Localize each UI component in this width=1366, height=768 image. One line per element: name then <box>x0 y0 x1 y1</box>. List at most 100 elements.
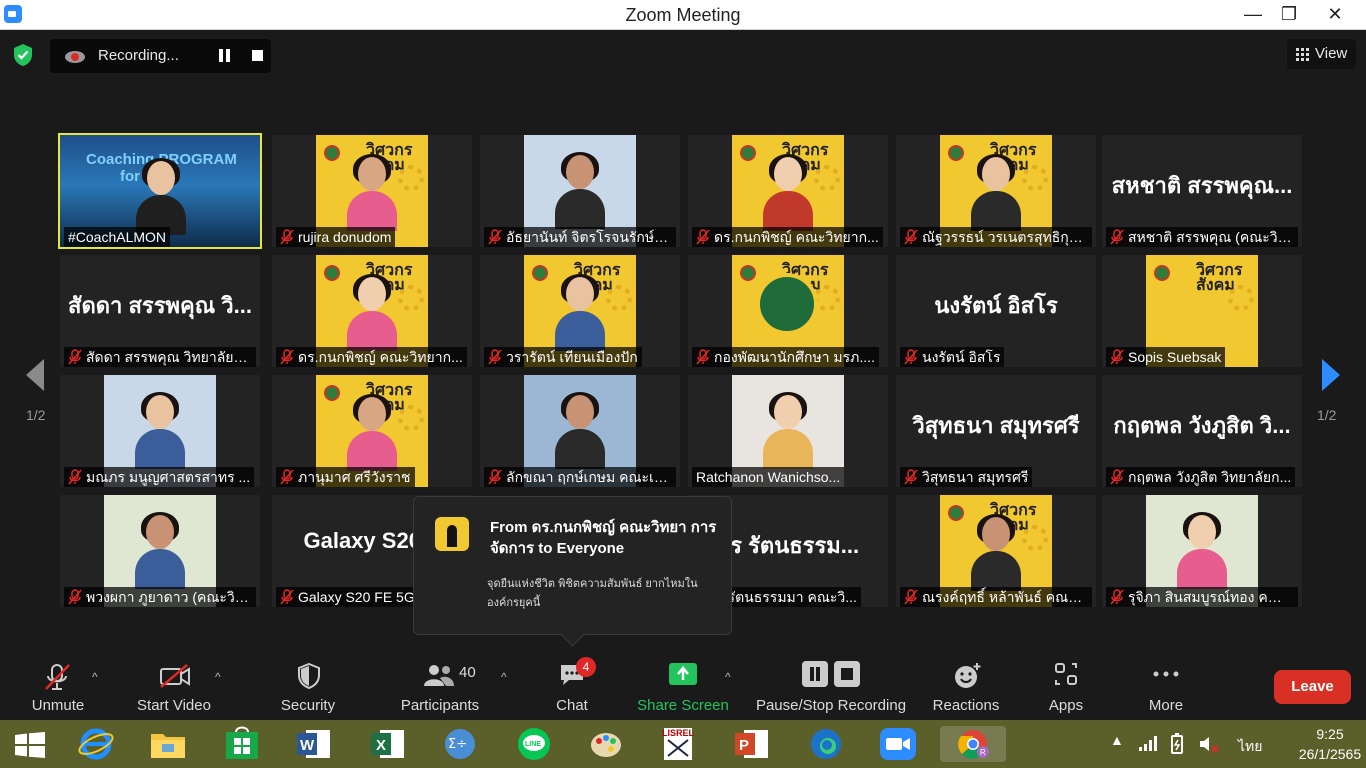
chat-unread-badge: 4 <box>576 657 596 677</box>
participant-tile[interactable]: วิศวกรสังคมดร.กนกพิชญ์ คณะวิทยาก... <box>272 255 472 367</box>
battery-plug-icon[interactable] <box>1168 733 1186 755</box>
participant-name-display: สัดดา สรรพคุณ วิ... <box>68 293 252 318</box>
maximize-button[interactable]: ❐ <box>1266 0 1312 30</box>
participant-name: วิสุทธนา สมุทรศรี <box>922 469 1029 485</box>
reactions-button[interactable]: Reactions <box>930 652 1002 720</box>
participant-tile[interactable]: วิศวกร สังคม Sopis Suebsak <box>1102 255 1302 367</box>
zoom-taskbar-icon[interactable] <box>876 726 920 762</box>
participant-tile[interactable]: นงรัตน์ อิสโร นงรัตน์ อิสโร <box>896 255 1096 367</box>
participants-options-caret-icon[interactable]: ^ <box>501 670 511 684</box>
chrome-taskbar-icon[interactable]: R <box>940 726 1006 762</box>
excel-icon[interactable]: X <box>368 726 408 762</box>
windows-start-icon[interactable] <box>14 732 46 758</box>
participant-tile[interactable]: รุจิภา สินสมบูรณ์ทอง คณะ... <box>1102 495 1302 607</box>
participant-tile[interactable]: Ratchanon Wanichso... <box>688 375 888 487</box>
more-button[interactable]: More <box>1140 652 1192 720</box>
participant-tile[interactable]: วิศวกรสังคมดร.กนกพิชญ์ คณะวิทยาก... <box>688 135 888 247</box>
start-video-button[interactable]: Start Video <box>132 652 216 720</box>
muted-mic-icon <box>1110 229 1124 245</box>
clock-date[interactable]: 26/1/2565 <box>1288 746 1366 762</box>
muted-mic-icon <box>1110 349 1124 365</box>
line-app-icon[interactable]: LINE <box>514 726 554 762</box>
recording-label: Recording... <box>98 47 179 64</box>
math-app-icon[interactable]: Σ÷ <box>440 726 480 762</box>
participant-tile[interactable]: สหชาติ สรรพคุณ... สหชาติ สรรพคุณ (คณะวิท.… <box>1102 135 1302 247</box>
muted-mic-icon <box>904 229 918 245</box>
gear-icon <box>1022 165 1048 191</box>
chat-label: Chat <box>556 697 588 714</box>
video-options-caret-icon[interactable]: ^ <box>215 670 225 684</box>
student-affairs-logo-icon <box>756 273 818 335</box>
show-hidden-icons-icon[interactable]: ▲ <box>1110 732 1124 748</box>
participant-name-label: ดร.กนกพิชญ์ คณะวิทยาก... <box>692 227 883 247</box>
share-options-caret-icon[interactable]: ^ <box>725 670 735 684</box>
participant-name: กองพัฒนานักศึกษา มรภ.... <box>714 349 875 365</box>
share-screen-label: Share Screen <box>637 697 729 714</box>
participant-name-label: วรารัตน์ เทียนเมืองปัก <box>484 347 642 367</box>
chat-sender-line: From ดร.กนกพิชญ์ คณะวิทยา การจัดการ to E… <box>490 519 717 557</box>
pause-stop-icon <box>802 661 860 687</box>
microphone-muted-icon <box>45 664 70 690</box>
apps-button[interactable]: Apps <box>1040 652 1092 720</box>
lisrel-icon[interactable]: LISREL <box>658 726 698 762</box>
unmute-label: Unmute <box>31 697 85 714</box>
university-logo-icon <box>740 145 756 161</box>
participant-tile[interactable]: ลักขณา ฤกษ์เกษม คณะเท... <box>480 375 680 487</box>
university-logo-icon <box>740 265 756 281</box>
participant-name: Sopis Suebsak <box>1128 349 1222 365</box>
participant-tile[interactable]: Coaching PROGRAMfor L er#CoachALMON <box>58 133 262 249</box>
paint-icon[interactable] <box>586 726 626 762</box>
internet-explorer-icon[interactable] <box>76 726 116 762</box>
chat-button[interactable]: 4 Chat <box>550 652 596 720</box>
participant-name-label: กองพัฒนานักศึกษา มรภ.... <box>692 347 879 367</box>
participant-tile[interactable]: กฤตพล วังภูสิต วิ... กฤตพล วังภูสิต วิทยา… <box>1102 375 1302 487</box>
clock-time[interactable]: 9:25 <box>1300 726 1360 742</box>
participant-tile[interactable]: วิศวกรสังคมณรงค์ฤทธิ์ หล้าพันธ์ คณะว... <box>896 495 1096 607</box>
muted-mic-icon <box>280 349 294 365</box>
participants-button[interactable]: 40 Participants <box>396 652 484 720</box>
unmute-button[interactable]: Unmute <box>22 652 94 720</box>
participant-name: อัธยานันท์ จิตรโรจนรักษ์ ค... <box>506 229 676 245</box>
participant-tile[interactable]: วิศวกรสังคมกองพัฒนานักศึกษา มรภ.... <box>688 255 888 367</box>
participant-tile[interactable]: สัดดา สรรพคุณ วิ... สัดดา สรรพคุณ วิทยาลั… <box>60 255 260 367</box>
word-icon[interactable]: W <box>294 726 334 762</box>
muted-mic-icon <box>68 349 82 365</box>
pause-recording-button[interactable] <box>218 49 232 63</box>
participant-name-label: #CoachALMON <box>64 227 171 247</box>
previous-page-arrow-icon[interactable] <box>22 355 48 395</box>
security-shield-icon <box>298 662 320 690</box>
participant-tile[interactable]: วิศวกรสังคมวรารัตน์ เทียนเมืองปัก <box>480 255 680 367</box>
chat-notification-popup[interactable]: From ดร.กนกพิชญ์ คณะวิทยา การจัดการ to E… <box>413 496 732 635</box>
close-button[interactable]: ✕ <box>1312 0 1358 30</box>
encryption-shield-icon[interactable] <box>12 43 34 67</box>
participant-tile[interactable]: อัธยานันท์ จิตรโรจนรักษ์ ค... <box>480 135 680 247</box>
participant-tile[interactable]: พวงผกา ภูยาดาว (คณะวิท... <box>60 495 260 607</box>
file-explorer-icon[interactable] <box>148 726 188 762</box>
stop-recording-button[interactable] <box>252 50 263 61</box>
participant-name: ดร.กนกพิชญ์ คณะวิทยาก... <box>298 349 463 365</box>
participant-name-label: กฤตพล วังภูสิต วิทยาลัยก... <box>1106 467 1296 487</box>
participant-tile[interactable]: วิศวกรสังคมrujira donudom <box>272 135 472 247</box>
next-page-arrow-icon[interactable] <box>1318 355 1344 395</box>
participant-tile[interactable]: มณภร มนูญศาสตรสาทร ... <box>60 375 260 487</box>
participant-name: ดร.กนกพิชญ์ คณะวิทยาก... <box>714 229 879 245</box>
volume-muted-icon[interactable] <box>1198 734 1220 754</box>
microsoft-store-icon[interactable] <box>222 726 262 762</box>
share-screen-button[interactable]: Share Screen <box>636 652 730 720</box>
participant-tile[interactable]: วิสุทธนา สมุทรศรี วิสุทธนา สมุทรศรี <box>896 375 1096 487</box>
signal-bars-icon[interactable] <box>1138 734 1158 752</box>
muted-mic-icon <box>68 589 82 605</box>
edge-icon[interactable] <box>806 726 846 762</box>
language-indicator[interactable]: ไทย <box>1238 736 1262 758</box>
leave-button[interactable]: Leave <box>1274 670 1351 704</box>
participant-tile[interactable]: วิศวกรสังคมณัฐวรรธน์ วรเนตรสุทธิกุล ... <box>896 135 1096 247</box>
view-button[interactable]: View <box>1287 39 1356 69</box>
university-logo-icon <box>324 265 340 281</box>
security-button[interactable]: Security <box>276 652 340 720</box>
pause-stop-recording-button[interactable]: Pause/Stop Recording <box>754 652 908 720</box>
svg-text:LISREL: LISREL <box>662 728 695 738</box>
powerpoint-icon[interactable]: P <box>732 726 772 762</box>
participant-tile[interactable]: วิศวกรสังคมภานุมาศ ศรีวังราช <box>272 375 472 487</box>
audio-options-caret-icon[interactable]: ^ <box>92 670 102 684</box>
muted-mic-icon <box>280 229 294 245</box>
